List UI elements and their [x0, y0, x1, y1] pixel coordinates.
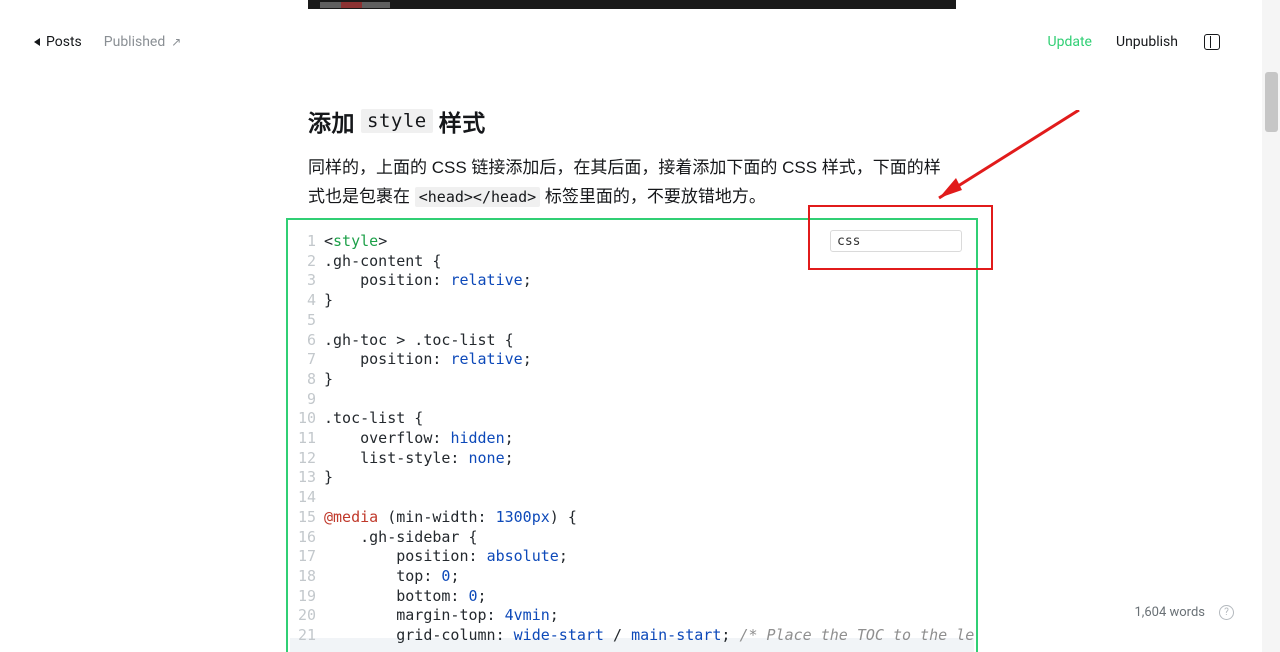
help-icon[interactable]: ?: [1219, 605, 1234, 620]
h2-text-pre: 添加: [308, 104, 355, 138]
update-button[interactable]: Update: [1048, 34, 1092, 50]
chevron-left-icon: [34, 38, 40, 46]
back-to-posts-link[interactable]: Posts: [34, 34, 82, 50]
editor-header: Posts Published ↗ Update Unpublish: [0, 27, 1244, 57]
unpublish-button[interactable]: Unpublish: [1116, 34, 1178, 50]
external-link-icon: ↗: [171, 36, 181, 48]
para-text-b: 标签里面的，不要放错地方。: [540, 187, 766, 206]
publish-status-label: Published: [104, 34, 165, 50]
inline-image-placeholder: [308, 0, 956, 9]
article-body[interactable]: 添加 style 样式 同样的，上面的 CSS 链接添加后，在其后面，接着添加下…: [308, 104, 956, 212]
back-to-posts-label: Posts: [46, 34, 82, 50]
settings-panel-toggle-icon[interactable]: [1204, 34, 1220, 50]
word-count-status: 1,604 words ?: [1134, 605, 1234, 620]
h2-inline-code: style: [361, 109, 433, 133]
editor-viewport: Posts Published ↗ Update Unpublish 添加 st…: [0, 0, 1262, 652]
paragraph[interactable]: 同样的，上面的 CSS 链接添加后，在其后面，接着添加下面的 CSS 样式，下面…: [308, 154, 956, 212]
code-block-card[interactable]: 1<<style>style> 2.gh-content { 3 positio…: [286, 218, 978, 652]
para-inline-code: <head></head>: [415, 187, 540, 207]
word-count-label: 1,604 words: [1134, 605, 1205, 620]
code-editor[interactable]: 1<<style>style> 2.gh-content { 3 positio…: [288, 232, 976, 646]
vertical-scrollbar-thumb[interactable]: [1265, 72, 1278, 132]
vertical-scrollbar-track[interactable]: [1262, 0, 1280, 652]
publish-status-link[interactable]: Published ↗: [104, 34, 182, 50]
h2-text-post: 样式: [439, 104, 486, 138]
heading-2[interactable]: 添加 style 样式: [308, 104, 956, 138]
